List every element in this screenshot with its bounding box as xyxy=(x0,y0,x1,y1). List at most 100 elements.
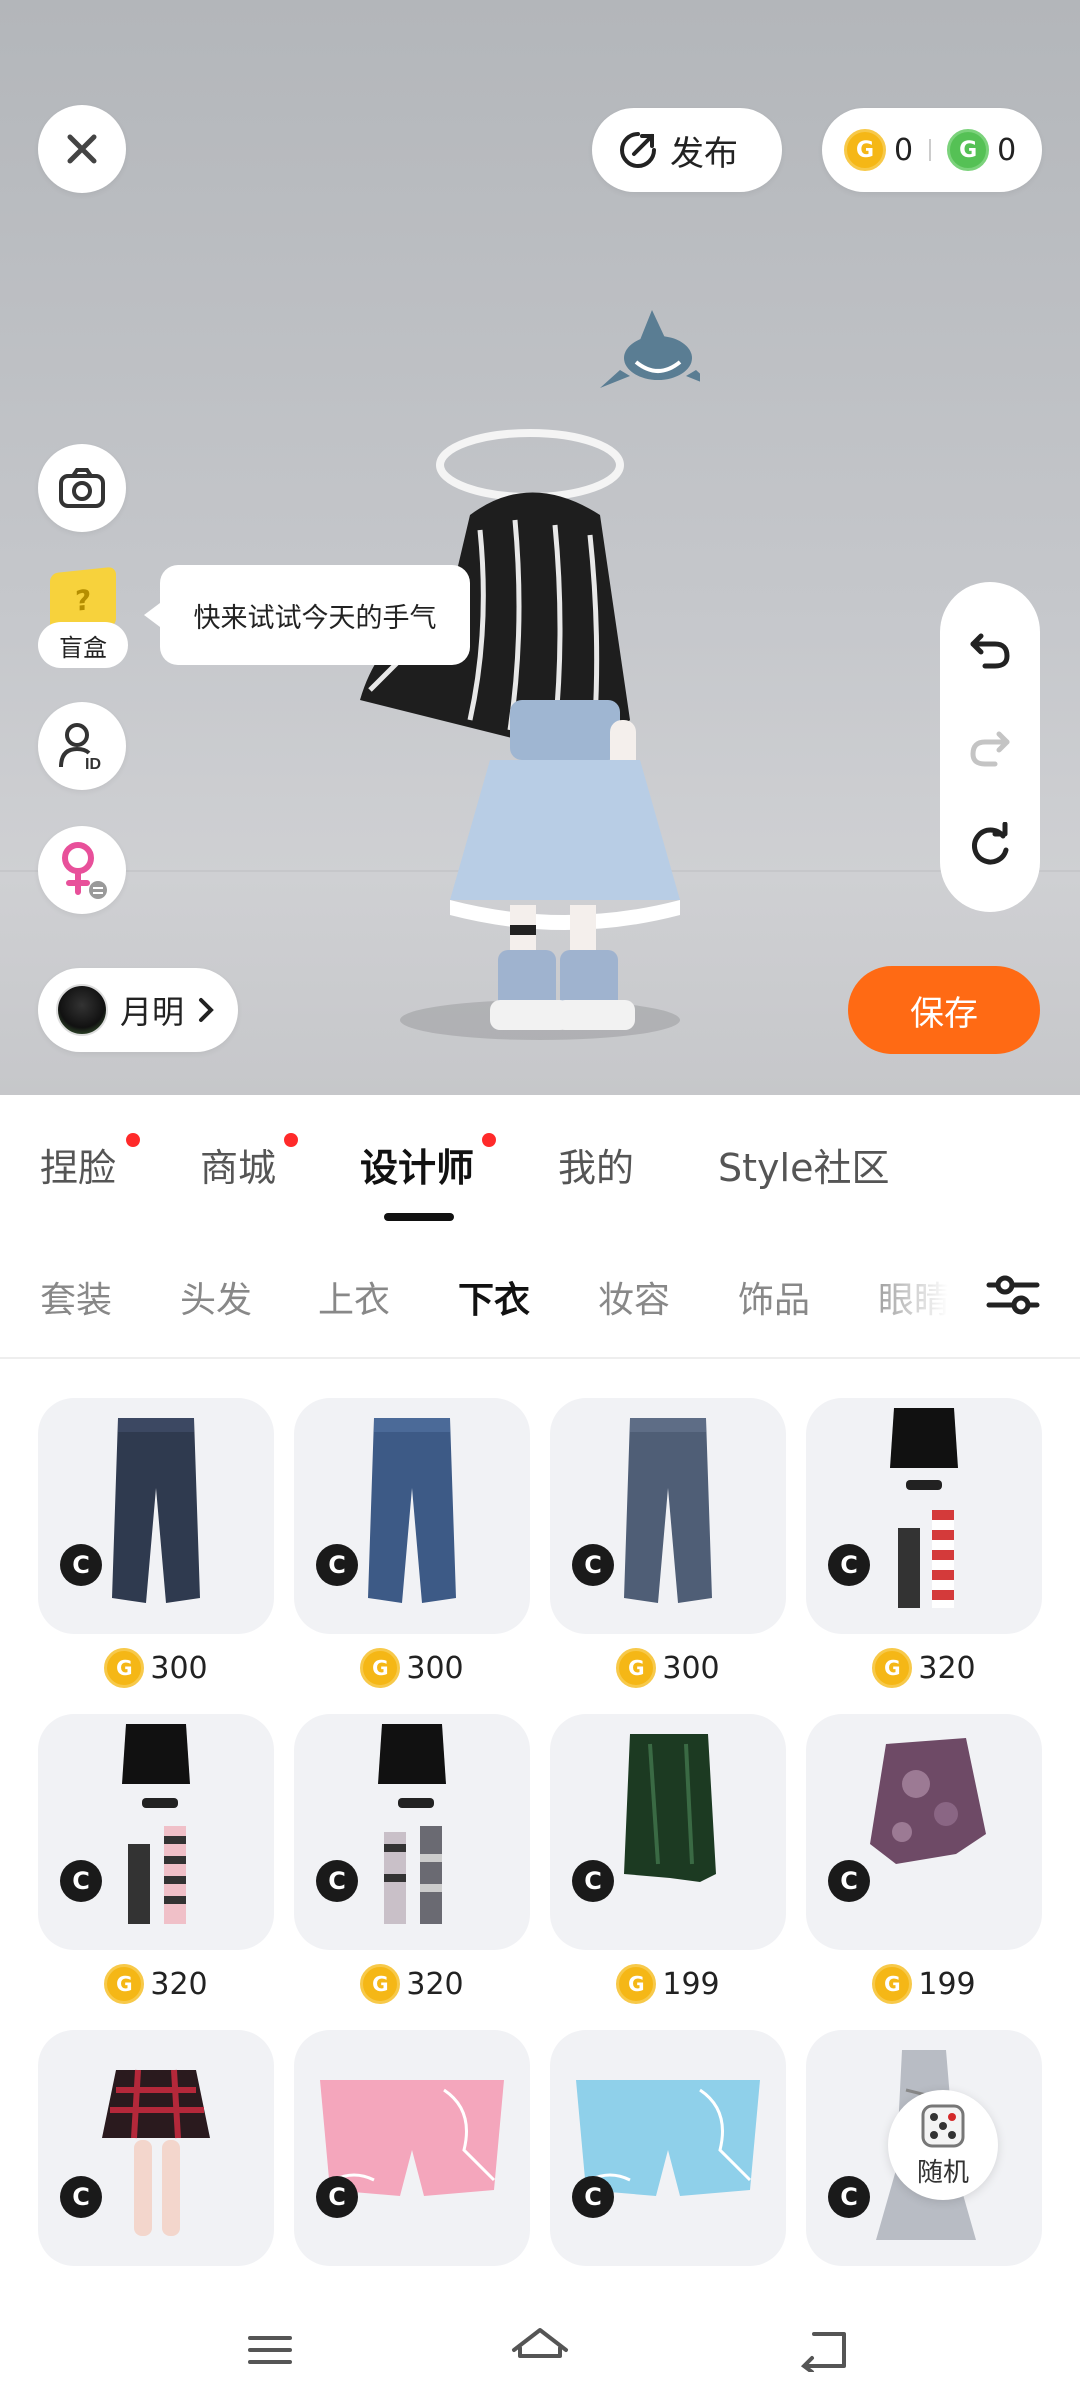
tab-designer-notify-dot xyxy=(482,1133,496,1147)
avatar-figure xyxy=(360,310,700,1040)
chevron-right-icon xyxy=(199,998,214,1022)
gold-coin-icon: G xyxy=(844,129,886,171)
redo-button[interactable] xyxy=(962,719,1018,775)
history-panel xyxy=(940,582,1040,912)
reset-button[interactable] xyxy=(962,817,1018,873)
green-coin-icon: G xyxy=(947,129,990,171)
avatar-id-button[interactable]: ID xyxy=(38,702,126,790)
tab-face-notify-dot xyxy=(126,1133,140,1147)
category-outfit[interactable]: 套装 xyxy=(40,1271,112,1323)
currency-display[interactable]: G 0 G 0 xyxy=(822,108,1042,192)
camera-button[interactable] xyxy=(38,444,126,532)
tab-mall[interactable]: 商城 xyxy=(200,1137,276,1192)
category-makeup[interactable]: 妆容 xyxy=(598,1271,670,1323)
creator-badge: C xyxy=(828,1860,870,1902)
plaid-skirt-image xyxy=(102,2069,210,2236)
refresh-icon xyxy=(972,822,1009,865)
tab-mall-notify-dot xyxy=(284,1133,298,1147)
close-button[interactable] xyxy=(38,105,126,193)
item-thumbnail xyxy=(806,1398,1042,1634)
main-tab-bar: 捏脸 商城 设计师 我的 Style社区 xyxy=(0,1095,1080,1225)
creator-badge: C xyxy=(828,1544,870,1586)
green-coin-count: 0 xyxy=(997,132,1017,168)
item-thumbnail xyxy=(294,1398,530,1634)
item-card[interactable]: C G 300 xyxy=(294,1362,530,1688)
random-button[interactable]: 随机 xyxy=(888,2090,998,2200)
tab-designer[interactable]: 设计师 xyxy=(360,1137,474,1192)
dice-icon xyxy=(921,2104,965,2147)
green-skirt-image xyxy=(624,1734,716,1882)
avatar xyxy=(56,984,108,1036)
item-card[interactable]: C xyxy=(294,1994,530,2290)
category-accessory[interactable]: 饰品 xyxy=(738,1271,810,1323)
item-card[interactable]: C G 300 xyxy=(550,1362,786,1688)
creator-badge: C xyxy=(572,1544,614,1586)
back-icon xyxy=(800,2332,846,2372)
filter-button[interactable] xyxy=(978,1265,1048,1325)
category-bottom[interactable]: 下衣 xyxy=(458,1271,530,1323)
item-card[interactable]: C G 320 xyxy=(38,1678,274,2004)
item-card[interactable]: C xyxy=(550,1994,786,2290)
publish-label: 发布 xyxy=(670,133,738,174)
category-fade xyxy=(860,1255,970,1335)
jeans-image xyxy=(368,1418,456,1603)
category-top[interactable]: 上衣 xyxy=(318,1271,390,1323)
save-button[interactable]: 保存 xyxy=(848,966,1040,1054)
random-label: 随机 xyxy=(916,2157,969,2188)
creator-badge: C xyxy=(572,1860,614,1902)
creator-badge: C xyxy=(572,2176,614,2218)
menu-icon xyxy=(248,2336,292,2364)
filter-icon xyxy=(986,1275,1040,1315)
creator-badge: C xyxy=(60,1860,102,1902)
creator-badge: C xyxy=(316,1860,358,1902)
creator-badge: C xyxy=(828,2176,870,2218)
item-thumbnail xyxy=(294,2030,530,2266)
item-card[interactable]: C xyxy=(38,1994,274,2290)
item-thumbnail xyxy=(550,1398,786,1634)
item-card[interactable]: C G 320 xyxy=(294,1678,530,2004)
item-thumbnail xyxy=(550,2030,786,2266)
back-button[interactable] xyxy=(794,2320,854,2380)
skirt-socks-image xyxy=(890,1408,958,1608)
user-name: 月明 xyxy=(120,993,185,1031)
publish-icon xyxy=(620,132,656,168)
user-id-icon: ID xyxy=(59,723,101,771)
item-card[interactable]: C G 300 xyxy=(38,1362,274,1688)
undo-icon xyxy=(970,633,1010,669)
creator-badge: C xyxy=(316,1544,358,1586)
skirt-socks-image xyxy=(122,1724,190,1924)
user-profile-button[interactable]: 月明 xyxy=(38,968,238,1052)
svg-text:ID: ID xyxy=(85,756,101,771)
item-card[interactable]: C G 199 xyxy=(806,1678,1042,2004)
blue-shorts-image xyxy=(576,2080,760,2196)
shark-pet-icon xyxy=(600,310,700,388)
creator-badge: C xyxy=(60,2176,102,2218)
home-button[interactable] xyxy=(510,2320,570,2380)
category-bar: 套装 头发 上衣 下衣 妆容 饰品 眼睛 xyxy=(0,1225,1080,1359)
camera-icon xyxy=(59,468,105,508)
item-thumbnail xyxy=(550,1714,786,1950)
creator-badge: C xyxy=(316,2176,358,2218)
recent-apps-button[interactable] xyxy=(240,2320,300,2380)
publish-button[interactable]: 发布 xyxy=(592,108,782,192)
pink-shorts-image xyxy=(320,2080,504,2196)
blindbox-tooltip: 快来试试今天的手气 xyxy=(144,565,470,665)
item-thumbnail xyxy=(294,1714,530,1950)
tab-mine[interactable]: 我的 xyxy=(558,1137,634,1192)
item-card[interactable]: C G 320 xyxy=(806,1362,1042,1688)
avatar-stage: 发布 G 0 G 0 ? 盲盒 快来试试今天的手气 ID 月明 保存 xyxy=(0,0,1080,1095)
gender-switch-button[interactable] xyxy=(38,826,126,914)
blindbox-button[interactable]: ? 盲盒 xyxy=(38,566,128,670)
currency-divider xyxy=(929,139,932,161)
creator-badge: C xyxy=(60,1544,102,1586)
tab-style-community[interactable]: Style社区 xyxy=(718,1137,889,1192)
blindbox-label: 盲盒 xyxy=(38,622,128,668)
jeans-image xyxy=(624,1418,712,1603)
undo-button[interactable] xyxy=(962,621,1018,677)
item-thumbnail xyxy=(38,2030,274,2266)
purple-skirt-image xyxy=(870,1738,986,1864)
jeans-image xyxy=(112,1418,200,1603)
tab-face[interactable]: 捏脸 xyxy=(40,1137,116,1192)
item-card[interactable]: C G 199 xyxy=(550,1678,786,2004)
category-hair[interactable]: 头发 xyxy=(180,1271,252,1323)
